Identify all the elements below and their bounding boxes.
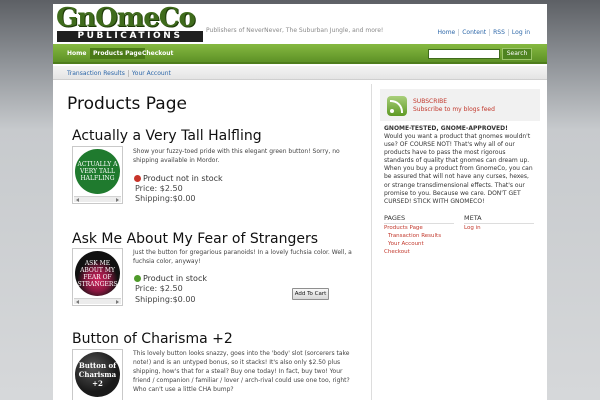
add-to-cart-button[interactable]: Add To Cart	[292, 288, 329, 300]
stock-status: Product in stock	[134, 274, 207, 283]
search-input[interactable]	[428, 49, 500, 59]
product-shipping: Shipping:$0.00	[135, 194, 196, 203]
top-link-home[interactable]: Home	[435, 29, 459, 36]
sidebar-heading: GNOME-TESTED, GNOME-APPROVED!	[384, 125, 508, 132]
site-tagline: Publishers of NeverNever, The Suburban J…	[206, 27, 384, 34]
subscribe-link[interactable]: Subscribe to my blogs feed	[413, 106, 495, 113]
product-image[interactable]: ACTUALLY A VERY TALL HALFLING	[72, 146, 123, 204]
product-title[interactable]: Ask Me About My Fear of Strangers	[72, 231, 318, 247]
meta-widget-title: META	[464, 214, 534, 224]
main-nav: Home Products Page Checkout Search	[53, 44, 547, 64]
page-title: Products Page	[67, 94, 187, 114]
product-description: Just the button for gregarious paranoids…	[133, 249, 352, 265]
product-title[interactable]: Actually a Very Tall Halfling	[72, 128, 262, 144]
sub-nav: Transaction Results Your Account	[53, 66, 547, 80]
nav-products-page[interactable]: Products Page	[90, 48, 145, 59]
product-description: Show your fuzzy-toed pride with this ele…	[133, 148, 340, 164]
top-link-rss[interactable]: RSS	[489, 29, 508, 36]
product-description: This lovely button looks snazzy, goes in…	[133, 350, 350, 393]
sidebar-text: Would you want a product that gnomes wou…	[384, 133, 533, 205]
pages-widget-title: PAGES	[384, 214, 454, 224]
stock-status: Product not in stock	[134, 174, 223, 183]
sidebar-page-your-account[interactable]: Your Account	[388, 241, 424, 247]
search-button[interactable]: Search	[502, 48, 532, 60]
product-shipping: Shipping:$0.00	[135, 295, 196, 304]
stock-text: Product in stock	[143, 274, 207, 283]
rss-feed-icon[interactable]	[387, 96, 407, 116]
product-button-image: Button of Charisma +2	[75, 352, 120, 397]
logo-text: GnOmeCo	[56, 4, 196, 33]
out-of-stock-icon	[134, 175, 141, 182]
top-link-content[interactable]: Content	[458, 29, 489, 36]
product-price: Price: $2.50	[135, 184, 183, 193]
sidebar: SUBSCRIBE Subscribe to my blogs feed GNO…	[371, 84, 547, 400]
subscribe-box: SUBSCRIBE Subscribe to my blogs feed	[380, 89, 540, 121]
top-link-login[interactable]: Log in	[507, 29, 533, 36]
in-stock-icon	[134, 275, 141, 282]
product-title[interactable]: Button of Charisma +2	[72, 331, 233, 347]
nav-home[interactable]: Home	[67, 50, 86, 57]
product-image[interactable]: ASK ME ABOUT MY FEAR OF STRANGERS	[72, 248, 123, 306]
site-logo[interactable]: GnOmeCo PUBLICATIONS	[56, 4, 204, 44]
product-price: Price: $2.50	[135, 284, 183, 293]
sidebar-page-transaction-results[interactable]: Transaction Results	[388, 233, 441, 239]
subnav-transaction-results[interactable]: Transaction Results	[67, 70, 128, 77]
subnav-your-account[interactable]: Your Account	[127, 70, 174, 77]
product-image[interactable]: Button of Charisma +2	[72, 349, 123, 400]
image-scrollbar[interactable]	[74, 298, 121, 304]
main-content: Products Page Actually a Very Tall Halfl…	[53, 84, 371, 400]
sidebar-meta-login[interactable]: Log in	[464, 225, 481, 231]
sidebar-page-products[interactable]: Products Page	[384, 225, 423, 231]
subscribe-title: SUBSCRIBE	[413, 98, 448, 105]
product-button-image: ASK ME ABOUT MY FEAR OF STRANGERS	[75, 251, 120, 296]
top-links: Home Content RSS Log in	[435, 29, 533, 36]
page: GnOmeCo PUBLICATIONS Publishers of Never…	[53, 4, 547, 400]
stock-text: Product not in stock	[143, 174, 223, 183]
product-button-image: ACTUALLY A VERY TALL HALFLING	[75, 149, 120, 194]
image-scrollbar[interactable]	[74, 196, 121, 202]
site-header: GnOmeCo PUBLICATIONS Publishers of Never…	[53, 4, 547, 44]
nav-checkout[interactable]: Checkout	[142, 50, 173, 57]
logo-subtext: PUBLICATIONS	[57, 31, 203, 42]
sidebar-page-checkout[interactable]: Checkout	[384, 249, 410, 255]
